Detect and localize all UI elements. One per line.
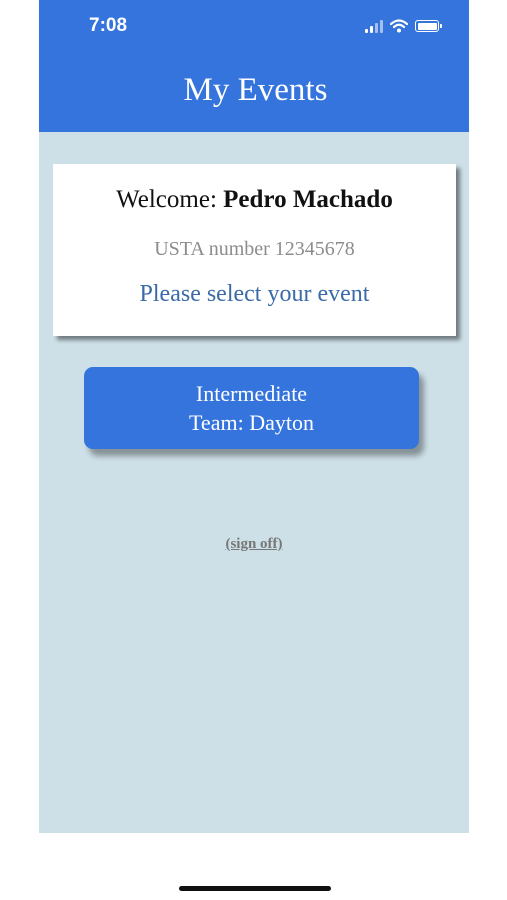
usta-number: USTA number 12345678 bbox=[154, 238, 355, 260]
home-indicator[interactable] bbox=[179, 886, 331, 891]
welcome-line: Welcome: Pedro Machado bbox=[53, 186, 456, 214]
header-bar: 7:08 My Events bbox=[39, 0, 469, 132]
sign-off-link[interactable]: (sign off) bbox=[39, 536, 469, 553]
battery-icon bbox=[415, 20, 442, 32]
app-screen: 7:08 My Events Welcome: Pedro Machado US… bbox=[39, 0, 469, 833]
welcome-card: Welcome: Pedro Machado USTA number 12345… bbox=[53, 164, 456, 336]
page-title: My Events bbox=[183, 72, 328, 108]
event-team: Team: Dayton bbox=[189, 410, 314, 435]
event-button-intermediate-dayton[interactable]: Intermediate Team: Dayton bbox=[84, 367, 419, 449]
user-name: Pedro Machado bbox=[223, 186, 393, 213]
welcome-prefix: Welcome: bbox=[116, 186, 217, 213]
select-event-instruction: Please select your event bbox=[139, 281, 370, 307]
event-level: Intermediate bbox=[195, 381, 308, 406]
status-time: 7:08 bbox=[89, 15, 128, 36]
wifi-icon bbox=[390, 19, 408, 33]
status-icons bbox=[365, 19, 442, 33]
signal-icon bbox=[365, 19, 383, 33]
